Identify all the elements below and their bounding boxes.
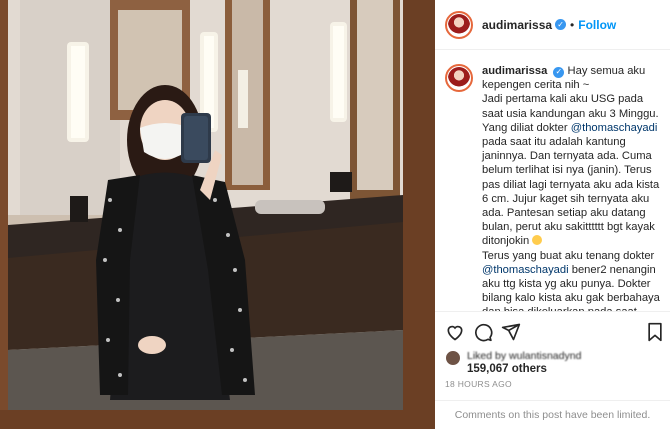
- separator-dot: •: [570, 17, 575, 32]
- post-timestamp[interactable]: 18 HOURS AGO: [445, 379, 512, 389]
- action-icons: [445, 322, 665, 348]
- caption-username[interactable]: audimarissa: [482, 65, 547, 77]
- likes-count[interactable]: 159,067 others: [467, 363, 547, 375]
- post-photo[interactable]: [0, 0, 435, 429]
- caption: audimarissa ✓ Hay semua aku kepengen cer…: [435, 51, 670, 311]
- likes-summary[interactable]: Liked by wulantisnadynd 159,067 others: [445, 350, 660, 380]
- caption-avatar[interactable]: [445, 64, 473, 92]
- share-icon[interactable]: [501, 322, 521, 347]
- comment-icon[interactable]: [473, 322, 493, 347]
- post-side-panel: audimarissa ✓ • Follow audimarissa ✓ Hay…: [435, 0, 670, 429]
- verified-badge-icon: ✓: [555, 19, 567, 30]
- caption-paragraph-3: Terus yang buat aku tenang dokter: [482, 249, 655, 262]
- mention-link[interactable]: @thomaschayadi: [571, 122, 658, 134]
- verified-badge-icon: ✓: [553, 66, 565, 78]
- follow-button[interactable]: Follow: [578, 18, 616, 32]
- caption-paragraph-2: pada saat itu adalah kantung janinnya. D…: [482, 136, 660, 248]
- mention-link[interactable]: @thomaschayadi: [482, 264, 569, 276]
- post-actions: Liked by wulantisnadynd 159,067 others 1…: [435, 311, 670, 421]
- emoji-icon: [532, 235, 543, 246]
- heart-icon[interactable]: [445, 322, 465, 347]
- liked-by-text: Liked by wulantisnadynd: [467, 350, 582, 362]
- avatar[interactable]: [445, 10, 473, 39]
- liker-avatar: [445, 350, 461, 366]
- bookmark-icon[interactable]: [646, 322, 664, 347]
- mirror-selfie-image: [0, 0, 435, 429]
- post-header: audimarissa ✓ • Follow: [435, 0, 670, 50]
- username-link[interactable]: audimarissa: [482, 18, 552, 32]
- caption-text: audimarissa ✓ Hay semua aku kepengen cer…: [482, 64, 660, 311]
- comments-limited-notice: Comments on this post have been limited.: [435, 400, 670, 421]
